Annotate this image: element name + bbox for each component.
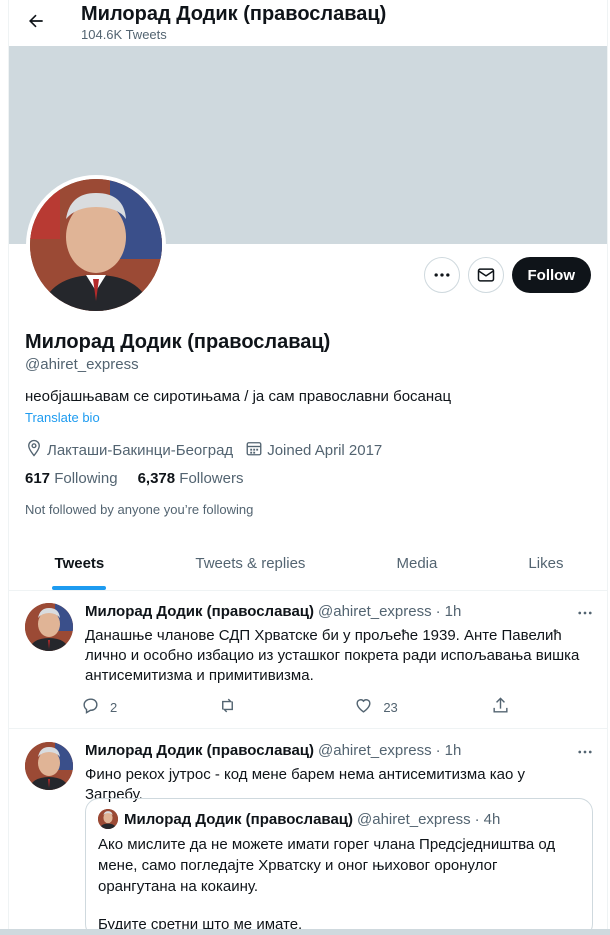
not-followed-note: Not followed by anyone you’re following: [25, 502, 254, 517]
profile-meta: Лакташи-Бакинци-Београд Joined April 201…: [25, 439, 382, 461]
like-button[interactable]: 23: [354, 696, 414, 718]
translate-bio-link[interactable]: Translate bio: [25, 410, 100, 425]
tweet-author-handle[interactable]: @ahiret_express: [318, 742, 432, 759]
tweet[interactable]: Милорад Додик (православац) @ahiret_expr…: [9, 591, 607, 729]
followers-label: Followers: [179, 470, 244, 487]
retweet-icon: [218, 696, 237, 718]
joined-item: Joined April 2017: [245, 439, 382, 461]
quoted-author-name: Милорад Додик (православац): [124, 810, 353, 828]
quoted-text-paragraph: Ако мислите да не можете имати горег чла…: [98, 836, 556, 895]
reply-button[interactable]: 2: [81, 696, 141, 718]
quoted-author-handle: @ahiret_express: [357, 810, 471, 828]
header-title: Милорад Додик (православац): [81, 3, 387, 25]
tweet[interactable]: Милорад Додик (православац) @ahiret_expr…: [9, 730, 607, 935]
tweet-count: 104.6K Tweets: [81, 27, 167, 42]
tweet-header: Милорад Додик (православац) @ahiret_expr…: [85, 742, 461, 759]
tab-label: Tweets & replies: [195, 555, 306, 572]
joined-text: Joined April 2017: [267, 441, 383, 459]
tab-tweets[interactable]: Tweets: [9, 537, 150, 590]
heart-icon: [354, 696, 373, 718]
tweet-actions: 2 23: [81, 696, 511, 718]
profile-tabs: Tweets Tweets & replies Media Likes: [9, 537, 607, 591]
back-arrow-icon[interactable]: [23, 8, 49, 34]
profile-actions: Follow: [423, 257, 591, 293]
quoted-time: 4h: [483, 810, 501, 828]
profile-bio: необјашњавам се сиротињама / ја сам прав…: [25, 388, 452, 405]
tweet-more-icon[interactable]: [573, 601, 597, 625]
calendar-icon: [245, 439, 263, 461]
location-item: Лакташи-Бакинци-Београд: [25, 439, 233, 461]
location-text: Лакташи-Бакинци-Београд: [47, 441, 234, 459]
tab-label: Tweets: [54, 555, 105, 572]
quoted-tweet-avatar: [98, 809, 118, 829]
share-icon: [491, 696, 510, 718]
tab-label: Media: [396, 555, 438, 572]
profile-column: Милорад Додик (православац) 104.6K Tweet…: [8, 0, 608, 935]
quoted-separator: ·: [474, 810, 480, 828]
tab-label: Likes: [528, 555, 564, 572]
following-count: 617: [25, 470, 51, 487]
like-count: 23: [383, 699, 398, 715]
message-icon[interactable]: [467, 257, 504, 293]
quoted-tweet-text: Ако мислите да не можете имати горег чла…: [98, 834, 578, 935]
tweet-avatar[interactable]: [25, 603, 73, 651]
active-tab-indicator: [52, 586, 107, 590]
tweet-more-icon[interactable]: [573, 740, 597, 764]
follow-stats: 617 Following 6,378 Followers: [25, 470, 243, 487]
followers-count: 6,378: [137, 470, 176, 487]
share-button[interactable]: [491, 696, 511, 718]
tab-media[interactable]: Media: [351, 537, 483, 590]
tweet-time[interactable]: 1h: [445, 603, 462, 620]
followers-link[interactable]: 6,378 Followers: [138, 470, 244, 487]
profile-name: Милорад Додик (православац): [25, 331, 331, 353]
following-link[interactable]: 617 Following: [25, 470, 118, 487]
quoted-tweet-header: Милорад Додик (православац) @ahiret_expr…: [98, 809, 500, 829]
tweet-text: Данашње чланове СДП Хрватске би у прољећ…: [85, 627, 580, 684]
follow-button[interactable]: Follow: [511, 257, 591, 293]
retweet-button[interactable]: [218, 696, 278, 718]
quoted-tweet[interactable]: Милорад Додик (православац) @ahiret_expr…: [85, 798, 593, 935]
location-pin-icon: [25, 439, 43, 461]
tab-likes[interactable]: Likes: [483, 537, 607, 590]
profile-handle: @ahiret_express: [25, 356, 139, 373]
tweet-time[interactable]: 1h: [445, 742, 462, 759]
tweet-author-handle[interactable]: @ahiret_express: [318, 603, 432, 620]
tweet-author-name[interactable]: Милорад Додик (православац): [85, 603, 314, 620]
tab-tweets-replies[interactable]: Tweets & replies: [150, 537, 351, 590]
tweet-avatar[interactable]: [25, 742, 73, 790]
tweet-separator: ·: [435, 742, 441, 759]
tweet-separator: ·: [435, 603, 441, 620]
following-label: Following: [54, 470, 118, 487]
tweet-author-name[interactable]: Милорад Додик (православац): [85, 742, 314, 759]
more-options-icon[interactable]: [423, 257, 460, 293]
reply-icon: [81, 696, 100, 718]
tweet-header: Милорад Додик (православац) @ahiret_expr…: [85, 603, 461, 620]
window-bottom-edge: [0, 929, 610, 935]
top-bar: Милорад Додик (православац) 104.6K Tweet…: [9, 0, 607, 46]
profile-avatar[interactable]: [26, 175, 166, 315]
reply-count: 2: [110, 699, 118, 715]
